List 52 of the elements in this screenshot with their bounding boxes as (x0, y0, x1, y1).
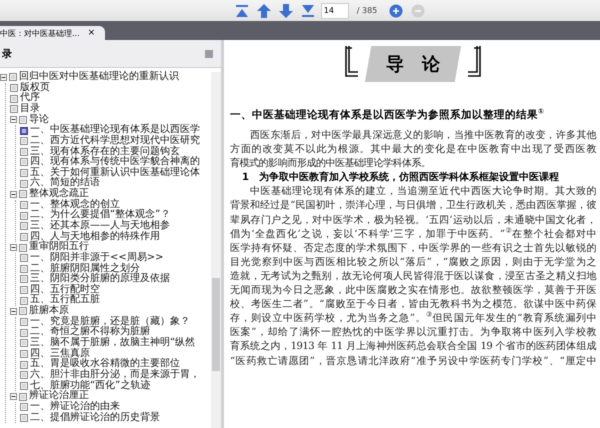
outline-item[interactable]: 回归中医对中医基础理论的重新认识 (19, 72, 179, 83)
last-page-icon (300, 2, 316, 18)
outline-item[interactable]: 五、胃是吸收水谷精微的主要部位 (30, 359, 180, 370)
body-paragraph: 西医东渐后，对中医学最具深远意义的影响，当推中医教育的改变，许多其他 方面的改变莫不以此为根源。其中最大的变化是在中医教育中出现了受西医教 育模式的影响而形成的中医基础理论学科体系。 (230, 129, 596, 171)
page-total: / 385 (356, 6, 378, 15)
collapse-icon[interactable] (10, 244, 17, 252)
outline-item[interactable]: 三、阴阳类分脏腑的原理及依据 (30, 274, 170, 285)
outline-item[interactable]: 导论 (29, 114, 49, 126)
outline-item[interactable]: 目录 (20, 104, 40, 115)
outline-item[interactable]: 一、中医基础理论现有体系是以西医学 (30, 125, 200, 136)
next-page-button[interactable] (276, 2, 295, 20)
scrollbar[interactable] (211, 72, 221, 428)
panel-title: 录 (2, 48, 12, 60)
page-number-field[interactable]: 14 (320, 2, 349, 18)
close-icon[interactable]: × (88, 28, 96, 38)
outline-item[interactable]: 二、提倡辨证论治的历史背景 (30, 412, 160, 424)
outline-item[interactable]: 一、辨证论治的由来 (30, 402, 120, 412)
scroll-thumb[interactable] (212, 278, 220, 372)
outline-item[interactable]: 代序 (20, 93, 40, 104)
outline-item[interactable]: 四、现有体系与传统中医学貌合神离的 (30, 157, 200, 168)
body-paragraph: 中医基础理论现有体系的建立，当追溯至近代中西医大论争时期。其大致的 背景和经过是“民国初叶，崇洋心理，与日俱增，卫生行政机关，悉由西医掌握，彼 辈夙存门户之见，对中医学术，极为轻视。‘五四’运动以后，未通晓中国文化者， 倡为‘全盘西化’之说，妄以‘不科学’三字，加罪于中医药。”$^{②}$在整个社会都对中 医学持有怀疑、否定态度的学术氛围下，中医学界的一些有识之士首先以敏锐的 目光觉察到中医与西医相比较之所以“落后”，“腐败之原因，则由于无学堂为之 造就，无考试为之甄别，故无论何项人民皆得混于医以谋食，浸至古圣之精义扫地 无闻而现为今日之恶象，此中医腐败之实在情形也。故欲整顿医学，莫善于开医 校、考医生二者”。“腐败至于今日者，皆由无教科书为之模范。欲谋中医中药保 存，则设立中医药学校，尤为当务之急”。$^{③}$但民国元年发生的“教育系统漏列中 医案”，却给了满怀一腔热忱的中医学界以沉重打击。为争取将中医列入学校教 育系统之内，1913 年 11 月上海神州医药总会联合全国 19 个省市的医药团体组成 “医药救亡请愿团”，晋京恳请北洋政府“准予另设中学医药专门学校”、“厘定中 (230, 185, 596, 368)
first-page-icon (234, 2, 250, 18)
down-arrow-icon (278, 2, 294, 18)
subsection-heading: 1 为争取中医教育加入学校系统，仿照西医学科体系框架设置中医课程 (241, 171, 560, 186)
outline-item[interactable]: 二、为什么要提倡“整体观念”？ (30, 210, 170, 221)
collapse-icon[interactable] (10, 190, 17, 198)
bracket-ornament-icon (468, 46, 482, 78)
zoom-out-icon (410, 2, 426, 18)
collapse-icon[interactable] (10, 393, 17, 400)
previous-page-button[interactable] (254, 2, 273, 20)
outline-item[interactable]: 五、关于如何重新认识中医基础理论体 (30, 168, 200, 178)
outline-item[interactable]: 四、三焦真原 (30, 348, 90, 360)
outline-item[interactable]: 六、胆汁非由肝分泌，而是来源于胃， (30, 370, 200, 381)
zoom-in-icon (388, 2, 404, 18)
collapse-icon[interactable] (10, 308, 17, 315)
collapse-icon[interactable] (0, 74, 7, 81)
collapse-panel-button[interactable] (205, 50, 213, 58)
zoom-in-button[interactable] (387, 2, 406, 20)
outline-item[interactable]: 二、奇恒之腑不得称为脏腑 (30, 327, 150, 338)
outline-item[interactable]: 三、还其本原——人与天地相参 (30, 220, 170, 232)
section-heading: 一、中医基础理论现有体系是以西医学为参照系加以整理的结果$^{①}$ (230, 108, 545, 122)
outline-item[interactable]: 三、脑不属于脏腑，故脑主神明“纵然 (30, 338, 196, 349)
outline-item[interactable]: 辨证论治厘正 (29, 391, 89, 402)
bracket-ornament-icon (344, 46, 358, 78)
outline-item[interactable]: 一、阴阳并非源于<<周易>> (30, 252, 164, 264)
outline-item[interactable]: 脏腑本原 (29, 306, 69, 317)
outline-item[interactable]: 重审阴阳五行 (29, 242, 89, 253)
document-tab[interactable]: 中医：对中医基础理... × (0, 26, 106, 40)
up-arrow-icon (256, 2, 272, 18)
collapse-icon[interactable] (10, 116, 17, 124)
outline-item[interactable]: 二、西方近代科学思想对现代中医研究 (30, 136, 200, 146)
outline-item[interactable]: 整体观念疏正 (29, 189, 89, 200)
